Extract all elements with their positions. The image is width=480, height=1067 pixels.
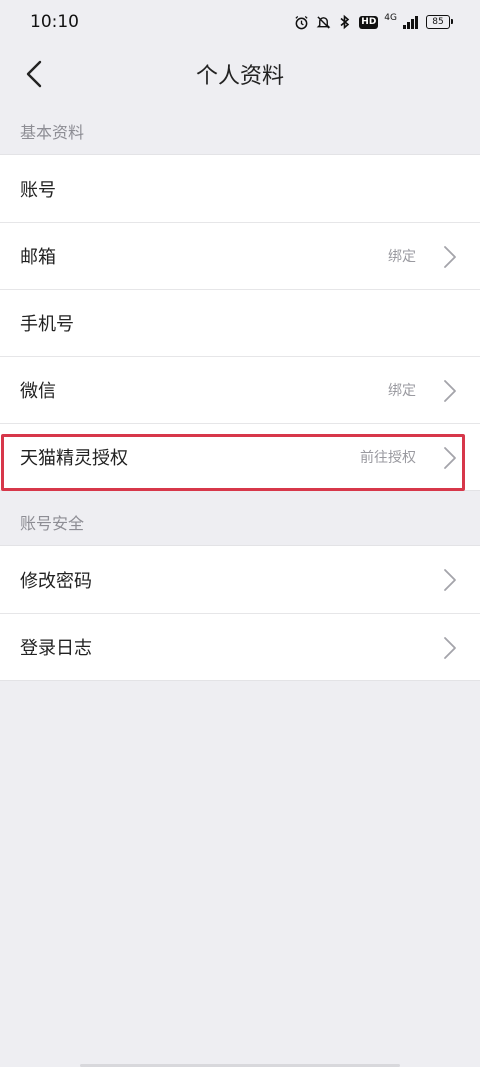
- row-value: 绑定: [388, 249, 416, 265]
- basic-info-list: 账号 邮箱 绑定 手机号 微信 绑定 天猫精灵授权 前往授权: [0, 154, 480, 491]
- status-time: 10:10: [30, 12, 79, 32]
- chevron-right-icon: [444, 246, 456, 268]
- row-label: 微信: [20, 381, 56, 402]
- row-label: 登录日志: [20, 638, 92, 659]
- row-label: 修改密码: [20, 570, 92, 592]
- row-phone[interactable]: 手机号: [0, 289, 480, 356]
- chevron-right-icon: [444, 569, 456, 591]
- page-title: 个人资料: [195, 64, 284, 89]
- row-label: 账号: [20, 179, 56, 201]
- mute-icon: [315, 14, 331, 30]
- row-label: 手机号: [20, 314, 74, 335]
- status-icons: HD 4G 85: [293, 12, 453, 30]
- signal-icon: [403, 15, 418, 29]
- alarm-icon: [293, 14, 309, 30]
- battery-icon: 85: [426, 15, 453, 29]
- section-header-basic: 基本资料: [20, 123, 85, 142]
- network-type: 4G: [384, 12, 397, 23]
- row-value: 前往授权: [360, 450, 416, 466]
- bluetooth-icon: [337, 14, 353, 30]
- row-change-password[interactable]: 修改密码: [0, 546, 480, 613]
- row-email[interactable]: 邮箱 绑定: [0, 222, 480, 289]
- row-value: 绑定: [388, 383, 416, 399]
- row-label: 天猫精灵授权: [20, 448, 128, 469]
- status-bar: 10:10 HD 4G 85: [0, 0, 480, 44]
- chevron-right-icon: [444, 447, 456, 469]
- section-header-security: 账号安全: [20, 514, 85, 533]
- hd-icon: HD: [359, 15, 379, 29]
- row-tmall-genie-auth[interactable]: 天猫精灵授权 前往授权: [0, 423, 480, 490]
- row-account[interactable]: 账号: [0, 155, 480, 222]
- row-login-log[interactable]: 登录日志: [0, 613, 480, 680]
- chevron-right-icon: [444, 380, 456, 402]
- chevron-right-icon: [444, 637, 456, 659]
- navigation-bar: 个人资料: [0, 44, 480, 104]
- security-list: 修改密码 登录日志: [0, 545, 480, 681]
- row-label: 邮箱: [20, 247, 56, 268]
- row-wechat[interactable]: 微信 绑定: [0, 356, 480, 423]
